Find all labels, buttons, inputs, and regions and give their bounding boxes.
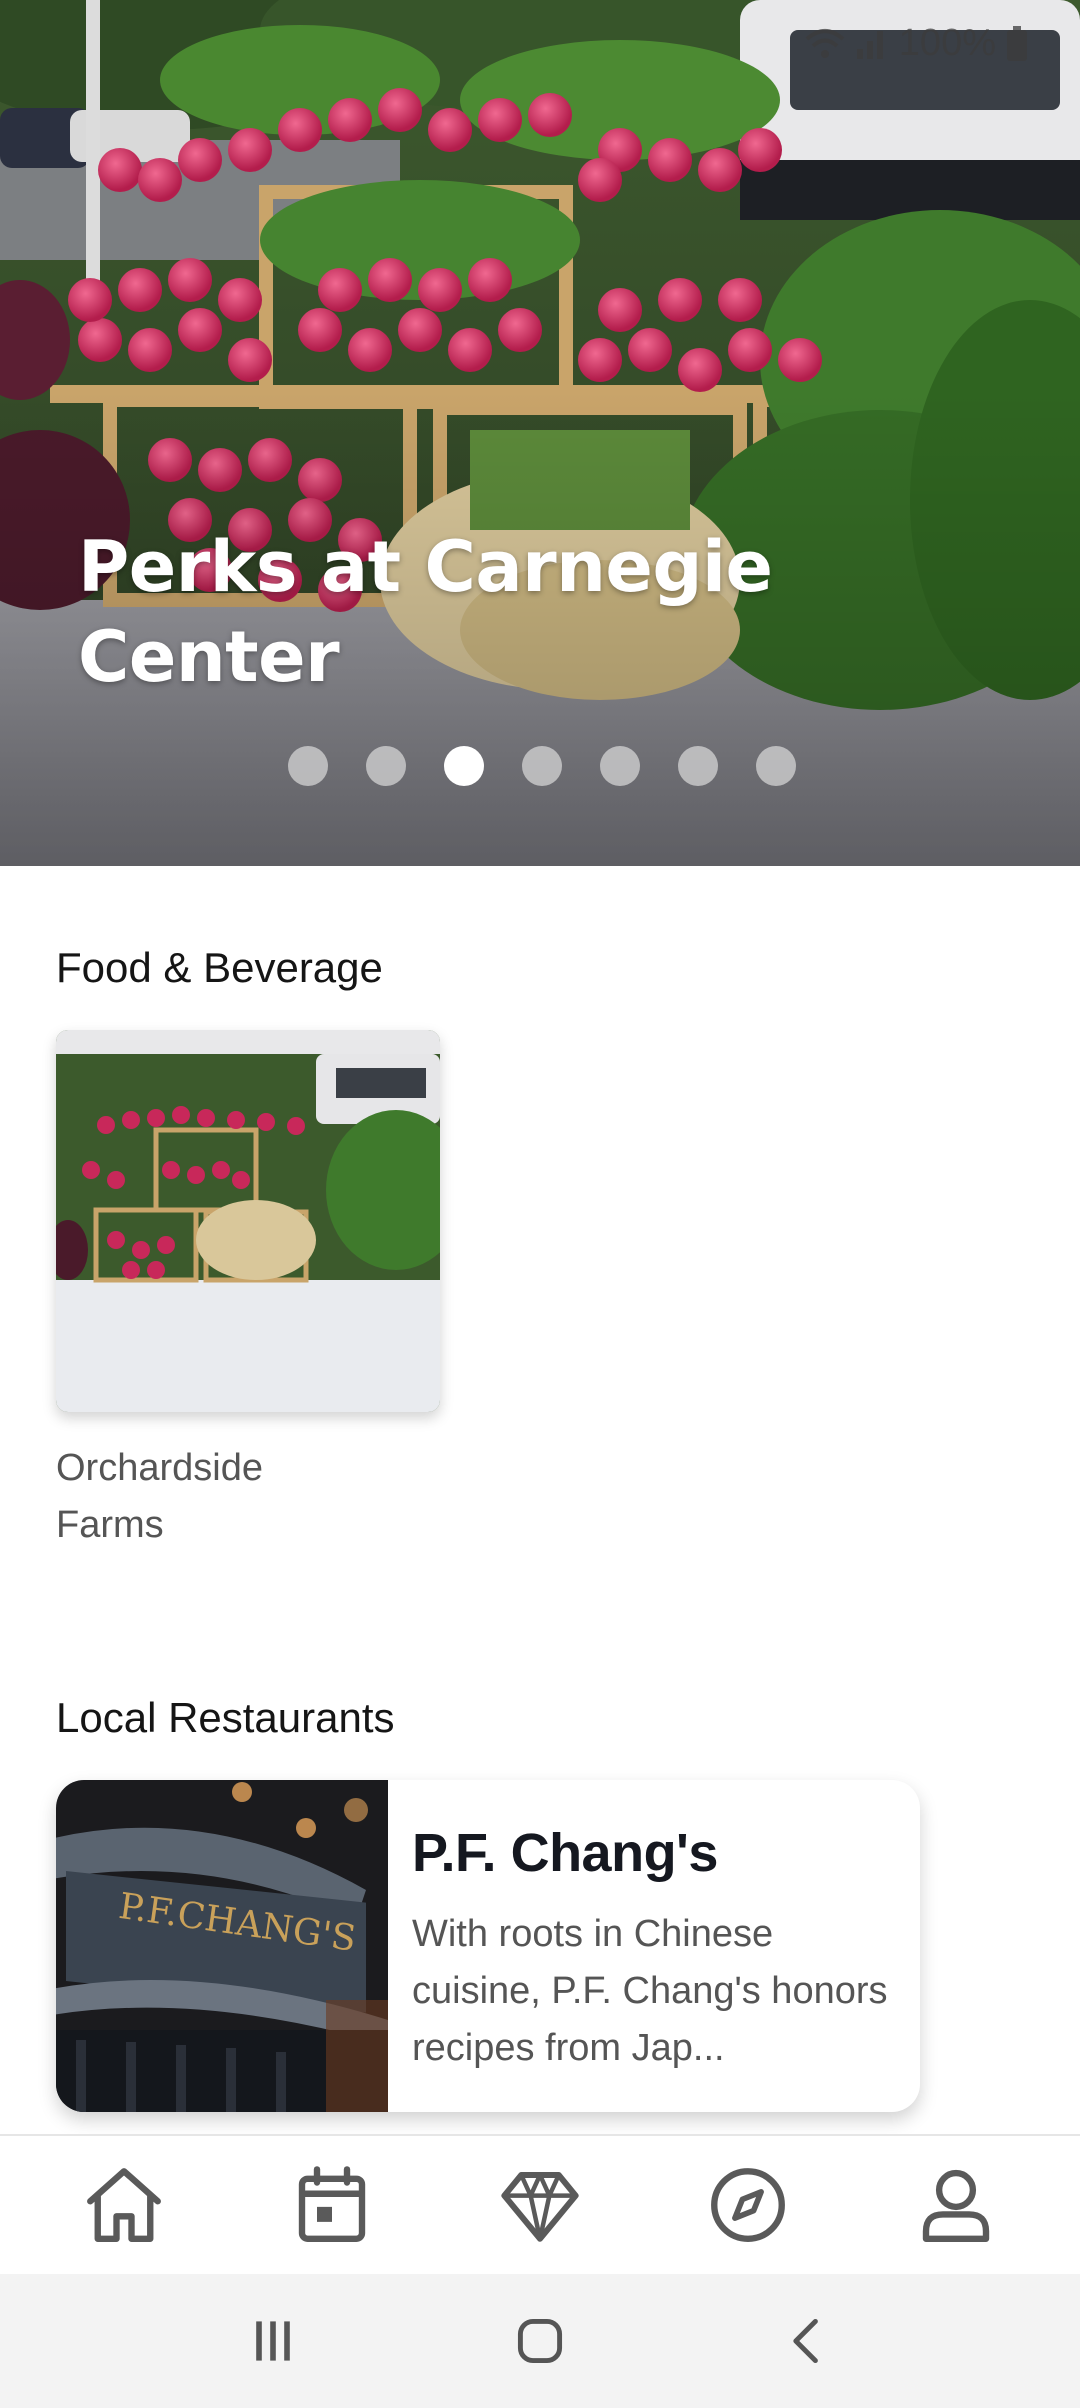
home-button-icon xyxy=(517,2318,563,2364)
system-home-button[interactable] xyxy=(490,2291,590,2391)
nav-calendar[interactable] xyxy=(272,2145,392,2265)
carousel-dot-active[interactable] xyxy=(444,746,484,786)
status-indicators: 100% xyxy=(805,22,1028,65)
signal-icon xyxy=(856,30,883,59)
system-nav-bar xyxy=(0,2274,1080,2408)
carousel-dot[interactable] xyxy=(756,746,796,786)
restaurant-description: With roots in Chinese cuisine, P.F. Chan… xyxy=(412,1913,888,2069)
nav-home[interactable] xyxy=(64,2145,184,2265)
carousel-dot[interactable] xyxy=(678,746,718,786)
nav-profile[interactable] xyxy=(896,2145,1016,2265)
carousel-dot[interactable] xyxy=(600,746,640,786)
nav-explore[interactable] xyxy=(688,2145,808,2265)
recents-button[interactable] xyxy=(223,2291,323,2391)
profile-icon xyxy=(922,2169,990,2242)
home-icon xyxy=(87,2168,161,2242)
recents-icon xyxy=(256,2321,291,2361)
carousel-dot[interactable] xyxy=(366,746,406,786)
vendor-card-orchardside-farms[interactable]: Orchardside Farms xyxy=(56,1030,440,1554)
hero-title: Perks at Carnegie Center xyxy=(78,526,773,698)
carousel-dot[interactable] xyxy=(288,746,328,786)
hero-image xyxy=(0,0,1080,866)
restaurant-image: P.F.CHANG'S xyxy=(56,1780,388,2112)
restaurant-card-pf-changs[interactable]: P.F.CHANG'S P.F. Chang's With roots in C… xyxy=(56,1780,920,2112)
carousel-dot[interactable] xyxy=(522,746,562,786)
section-title-local-restaurants: Local Restaurants xyxy=(56,1694,395,1741)
vendor-image xyxy=(56,1030,440,1412)
vendor-thumbnail xyxy=(56,1030,440,1412)
wifi-icon xyxy=(805,28,845,58)
restaurant-name: P.F. Chang's xyxy=(412,1823,718,1883)
restaurant-info: P.F. Chang's With roots in Chinese cuisi… xyxy=(412,1822,902,2077)
calendar-icon xyxy=(298,2166,366,2242)
back-icon xyxy=(792,2318,818,2364)
battery-percent: 100% xyxy=(898,22,996,64)
carousel-indicator xyxy=(0,746,1080,786)
section-title-food-beverage: Food & Beverage xyxy=(56,944,383,991)
battery-icon xyxy=(1007,25,1027,61)
compass-icon xyxy=(711,2168,785,2242)
hero-carousel[interactable]: 100% Perks at Carnegie Center xyxy=(0,0,1080,866)
bottom-nav-bar xyxy=(0,2134,1080,2274)
vendor-name[interactable]: Orchardside Farms xyxy=(56,1440,356,1554)
back-button[interactable] xyxy=(757,2291,857,2391)
status-bar: 100% xyxy=(0,0,1080,84)
diamond-icon xyxy=(501,2172,579,2242)
nav-perks[interactable] xyxy=(480,2145,600,2265)
